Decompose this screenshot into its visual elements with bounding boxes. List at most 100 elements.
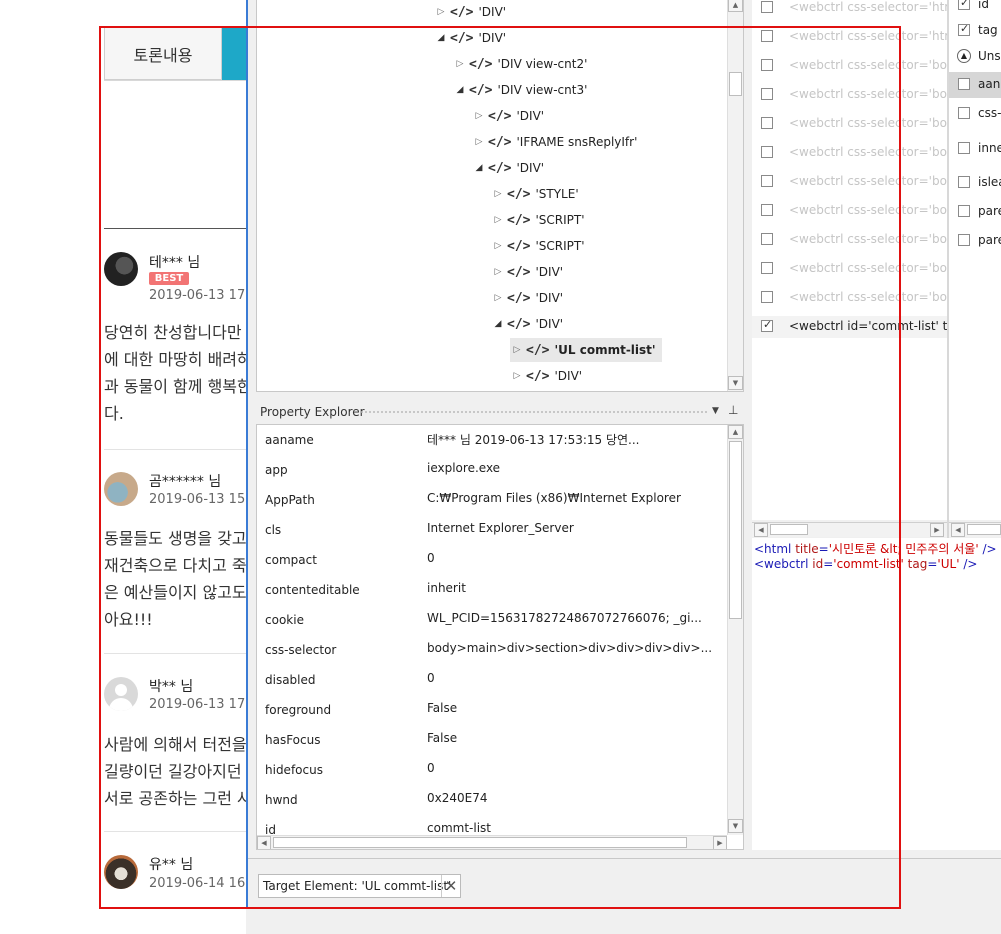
tree-scrollbar[interactable]: ▲ ▼	[727, 0, 743, 391]
scroll-right-icon[interactable]: ▶	[930, 523, 944, 537]
expand-arrow-icon[interactable]: ▷	[491, 293, 505, 303]
tree-node[interactable]: ▷ </> 'DIV'	[472, 104, 545, 128]
property-row[interactable]: disabled 0	[257, 665, 727, 695]
selector-checkbox[interactable]	[761, 30, 773, 42]
scroll-thumb[interactable]	[273, 837, 687, 848]
selector-row[interactable]: <webctrl css-selector='body&	[752, 287, 947, 309]
property-row[interactable]: aaname 테*** 님 2019-06-13 17:53:15 당연...	[257, 425, 727, 455]
selector-row[interactable]: <webctrl css-selector='body&	[752, 229, 947, 251]
attribute-row[interactable]: islea	[949, 170, 1001, 196]
collapse-arrow-icon[interactable]: ◢	[434, 33, 448, 43]
tree-node[interactable]: ▷ </> 'DIV'	[510, 364, 583, 388]
selector-row[interactable]: <webctrl css-selector='body&	[752, 142, 947, 164]
scroll-up-icon[interactable]: ▲	[728, 0, 743, 12]
property-hscrollbar[interactable]: ◀ ▶	[257, 835, 727, 849]
property-row[interactable]: css-selector body>main>div>section>div>di…	[257, 635, 727, 665]
attribute-row[interactable]: inne	[949, 136, 1001, 162]
attribute-checkbox-checked[interactable]	[958, 0, 970, 10]
attribute-checkbox[interactable]	[958, 234, 970, 246]
selector-checkbox[interactable]	[761, 175, 773, 187]
tree-node[interactable]: ▷ </> 'STYLE'	[491, 182, 579, 206]
selector-row[interactable]: <webctrl css-selector='body&	[752, 55, 947, 77]
tree-node[interactable]: ▷ </> 'DIV'	[491, 286, 564, 310]
tree-node[interactable]: ▷ </> 'DIV view-cnt2'	[453, 52, 588, 76]
selector-checkbox[interactable]	[761, 204, 773, 216]
close-icon[interactable]: ✕	[441, 875, 460, 897]
element-tree[interactable]: ▷ </> 'DIV' ◢ </> 'DIV' ▷ </> 'DIV view-cnt2' …	[256, 0, 744, 392]
tree-node[interactable]: ◢ </> 'DIV'	[472, 156, 545, 180]
drag-grip[interactable]	[360, 410, 708, 415]
attribute-checkbox[interactable]	[958, 107, 970, 119]
selector-checkbox[interactable]	[761, 1, 773, 13]
property-row[interactable]: contenteditable inherit	[257, 575, 727, 605]
tree-node[interactable]: ▷ </> 'DIV'	[491, 260, 564, 284]
target-element-box[interactable]: Target Element: 'UL commt-list' ✕	[258, 874, 461, 898]
expand-arrow-icon[interactable]: ▷	[491, 189, 505, 199]
property-grid[interactable]: aaname 테*** 님 2019-06-13 17:53:15 당연... a…	[256, 424, 744, 850]
attribute-checkbox[interactable]	[958, 78, 970, 90]
attribute-row[interactable]: tag	[949, 18, 1001, 44]
property-row[interactable]: compact 0	[257, 545, 727, 575]
property-row[interactable]: hidefocus 0	[257, 755, 727, 785]
attribute-checkbox[interactable]	[958, 142, 970, 154]
collapse-arrow-icon[interactable]: ◢	[491, 319, 505, 329]
pin-icon[interactable]: ⊥	[728, 403, 738, 417]
selector-row[interactable]: <webctrl css-selector='body&	[752, 84, 947, 106]
scroll-thumb[interactable]	[729, 72, 742, 96]
selector-checkbox-checked[interactable]	[761, 318, 773, 332]
attribute-row[interactable]: css-s	[949, 101, 1001, 127]
expand-arrow-icon[interactable]: ▷	[491, 267, 505, 277]
selector-checkbox[interactable]	[761, 262, 773, 274]
expand-arrow-icon[interactable]: ▷	[491, 241, 505, 251]
tree-node[interactable]: ▷ </> 'DIV'	[434, 0, 507, 24]
selector-hscrollbar-track[interactable]: ◀ ▶	[752, 522, 947, 537]
attribute-checkbox-checked[interactable]	[958, 22, 970, 36]
property-row[interactable]: app iexplore.exe	[257, 455, 727, 485]
attribute-row[interactable]: id	[949, 0, 1001, 18]
attribute-hscrollbar[interactable]: ◀	[949, 522, 1001, 537]
expand-arrow-icon[interactable]: ▷	[491, 215, 505, 225]
property-row[interactable]: hasFocus False	[257, 725, 727, 755]
expand-arrow-icon[interactable]: ▷	[472, 111, 486, 121]
attribute-row-highlighted[interactable]: aana	[949, 72, 1001, 98]
tab-discussion-content[interactable]: 토론내용	[104, 27, 222, 80]
tree-node[interactable]: ▷ </> 'SCRIPT'	[491, 234, 585, 258]
dropdown-arrow-icon[interactable]: ▼	[712, 406, 719, 416]
tree-node-selected[interactable]: ▷ </> 'UL commt-list'	[510, 338, 662, 362]
scroll-left-icon[interactable]: ◀	[951, 523, 965, 537]
attribute-group-header[interactable]: ▲ Uns	[949, 44, 1001, 70]
expand-arrow-icon[interactable]: ▷	[510, 345, 524, 355]
scroll-up-icon[interactable]: ▲	[728, 425, 743, 439]
tab-active-marker[interactable]	[222, 27, 248, 80]
collapse-arrow-icon[interactable]: ◢	[472, 163, 486, 173]
tree-node[interactable]: ◢ </> 'DIV view-cnt3'	[453, 78, 588, 102]
property-row[interactable]: cls Internet Explorer_Server	[257, 515, 727, 545]
selector-checkbox[interactable]	[761, 88, 773, 100]
selector-checkbox[interactable]	[761, 59, 773, 71]
selector-row[interactable]: <webctrl css-selector='body&	[752, 171, 947, 193]
expand-arrow-icon[interactable]: ▷	[510, 371, 524, 381]
expand-arrow-icon[interactable]: ▷	[472, 137, 486, 147]
selector-checkbox[interactable]	[761, 117, 773, 129]
scroll-down-icon[interactable]: ▼	[728, 819, 743, 833]
scroll-left-icon[interactable]: ◀	[257, 836, 271, 849]
property-row[interactable]: AppPath C:₩Program Files (x86)₩Internet E…	[257, 485, 727, 515]
selector-row[interactable]: <webctrl css-selector='body&	[752, 113, 947, 135]
attribute-list[interactable]: id tag ▲ Uns aana css-s inne islea pare p…	[949, 0, 1001, 520]
property-row[interactable]: hwnd 0x240E74	[257, 785, 727, 815]
tree-node[interactable]: ▷ </> 'IFRAME snsReplyIfr'	[472, 130, 638, 154]
scroll-left-icon[interactable]: ◀	[754, 523, 768, 537]
selector-checkbox[interactable]	[761, 291, 773, 303]
tree-node[interactable]: ▷ </> 'SCRIPT'	[491, 208, 585, 232]
tree-node[interactable]: ◢ </> 'DIV'	[434, 26, 507, 50]
expand-arrow-icon[interactable]: ▷	[453, 59, 467, 69]
expand-arrow-icon[interactable]: ▷	[434, 7, 448, 17]
collapse-arrow-icon[interactable]: ◢	[453, 85, 467, 95]
selector-row[interactable]: <webctrl css-selector='body&	[752, 200, 947, 222]
scroll-thumb[interactable]	[770, 524, 808, 535]
property-row[interactable]: foreground False	[257, 695, 727, 725]
scroll-right-icon[interactable]: ▶	[713, 836, 727, 849]
attribute-checkbox[interactable]	[958, 205, 970, 217]
scroll-thumb[interactable]	[967, 524, 1001, 535]
selector-checkbox[interactable]	[761, 146, 773, 158]
